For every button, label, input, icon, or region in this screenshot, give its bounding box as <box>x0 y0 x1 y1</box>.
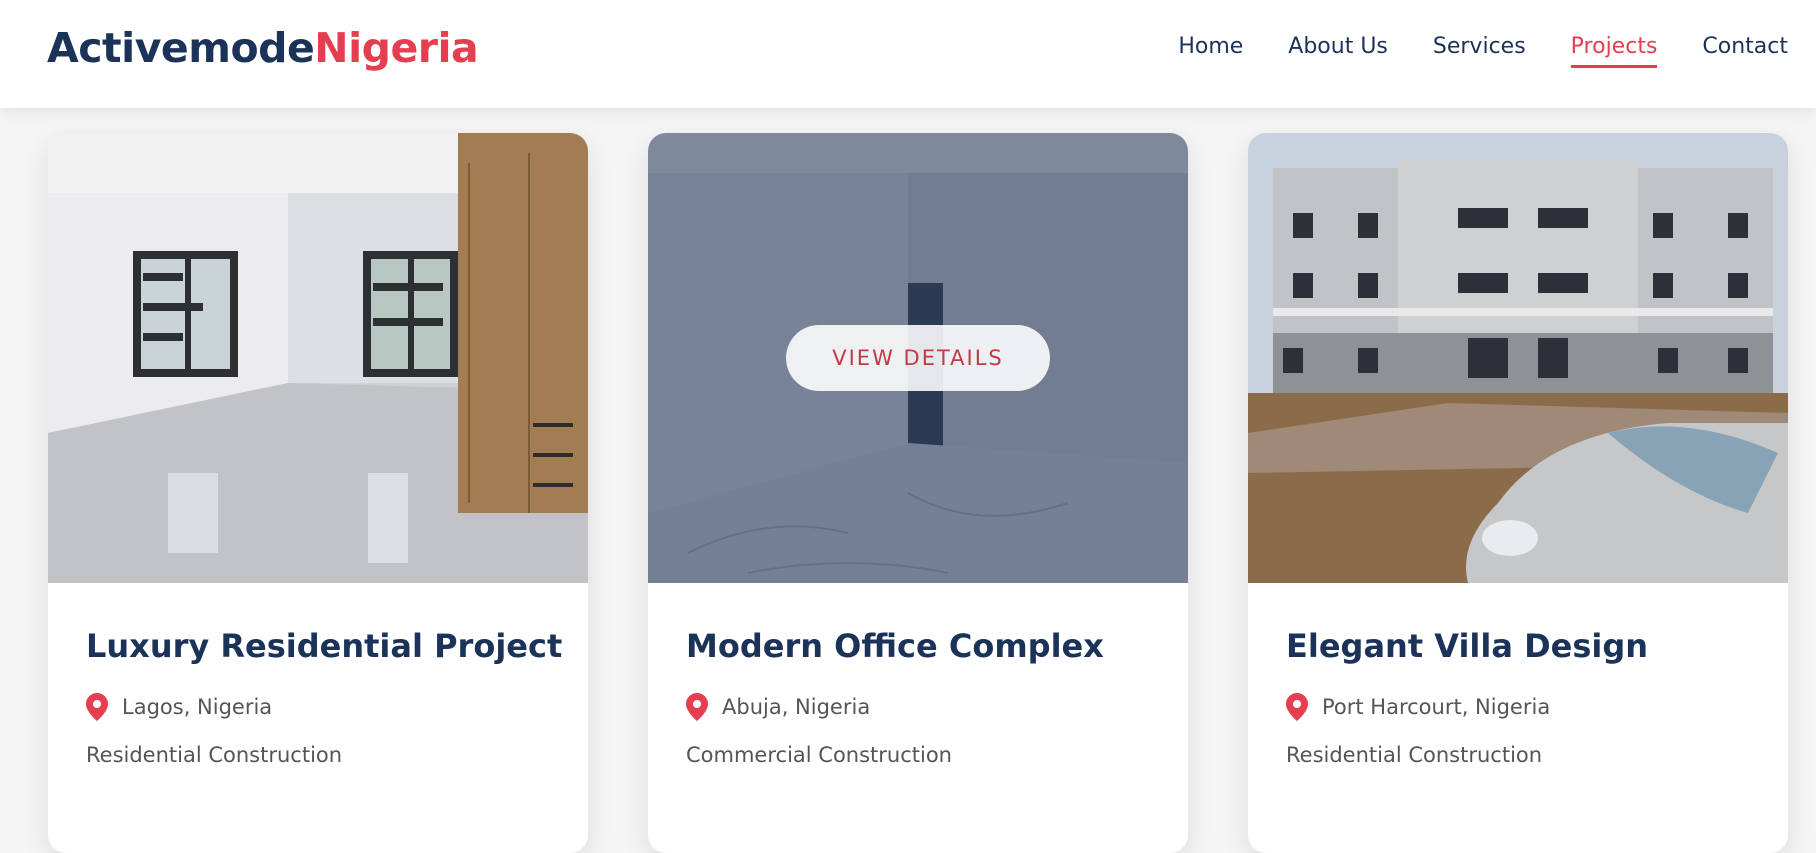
card-body: Luxury Residential Project Lagos, Nigeri… <box>48 583 588 767</box>
project-title[interactable]: Modern Office Complex <box>686 627 1150 665</box>
project-category: Residential Construction <box>86 743 343 767</box>
apartment-building-photo[interactable] <box>1248 133 1788 583</box>
project-card[interactable]: Luxury Residential Project Lagos, Nigeri… <box>48 133 588 853</box>
card-body: Elegant Villa Design Port Harcourt, Nige… <box>1248 583 1788 767</box>
nav-home[interactable]: Home <box>1178 34 1243 68</box>
project-category: Commercial Construction <box>686 743 952 767</box>
brand-logo[interactable]: ActivemodeNigeria <box>47 24 479 72</box>
project-location: Abuja, Nigeria <box>686 693 1150 721</box>
project-location: Port Harcourt, Nigeria <box>1286 693 1750 721</box>
bedroom-interior-photo[interactable] <box>48 133 588 583</box>
project-location: Lagos, Nigeria <box>86 693 550 721</box>
map-pin-icon <box>686 693 708 721</box>
project-title[interactable]: Luxury Residential Project <box>86 627 562 665</box>
nav-services[interactable]: Services <box>1433 34 1526 68</box>
map-pin-icon <box>86 693 108 721</box>
nav-about-us[interactable]: About Us <box>1288 34 1388 68</box>
site-header: ActivemodeNigeria Home About Us Services… <box>0 0 1816 108</box>
location-text: Port Harcourt, Nigeria <box>1322 695 1551 719</box>
view-details-button[interactable]: VIEW DETAILS <box>786 325 1050 391</box>
main-nav: Home About Us Services Projects Contact <box>1178 34 1788 68</box>
brand-name-part1: Activemode <box>47 24 315 72</box>
brand-name-part2: Nigeria <box>314 24 479 72</box>
office-interior-photo[interactable]: VIEW DETAILS <box>648 133 1188 583</box>
location-text: Lagos, Nigeria <box>122 695 273 719</box>
map-pin-icon <box>1286 693 1308 721</box>
card-hover-overlay: VIEW DETAILS <box>648 133 1188 583</box>
project-title[interactable]: Elegant Villa Design <box>1286 627 1750 665</box>
nav-contact[interactable]: Contact <box>1702 34 1788 68</box>
project-card[interactable]: Elegant Villa Design Port Harcourt, Nige… <box>1248 133 1788 853</box>
project-card[interactable]: VIEW DETAILS Modern Office Complex Abuja… <box>648 133 1188 853</box>
projects-grid: Luxury Residential Project Lagos, Nigeri… <box>48 133 1788 853</box>
card-body: Modern Office Complex Abuja, Nigeria Com… <box>648 583 1188 767</box>
nav-projects[interactable]: Projects <box>1570 34 1658 68</box>
project-category: Residential Construction <box>1286 743 1543 767</box>
location-text: Abuja, Nigeria <box>722 695 871 719</box>
